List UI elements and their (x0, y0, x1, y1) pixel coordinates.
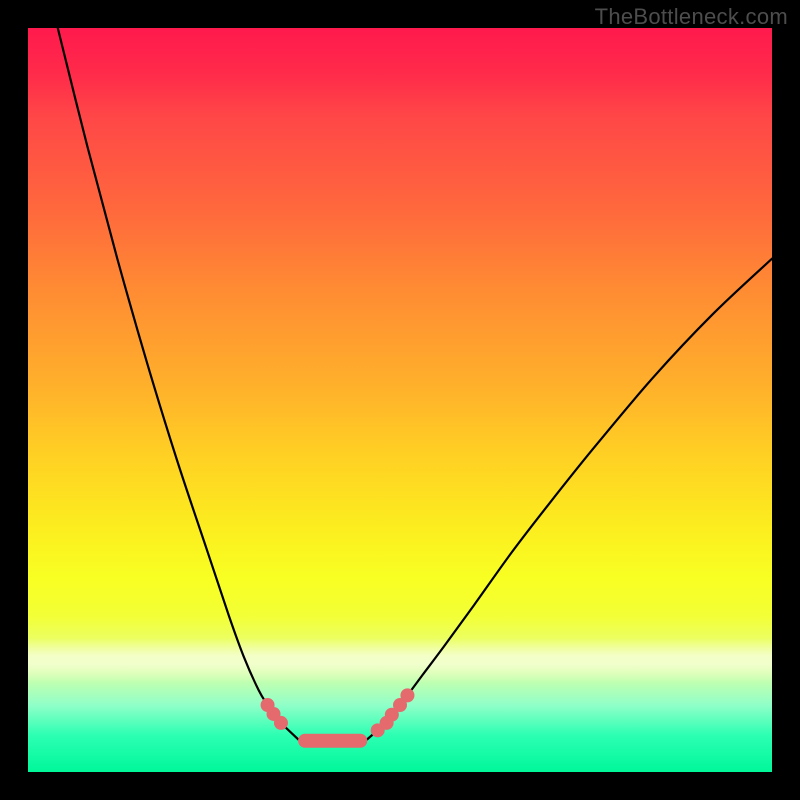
curve-layer (28, 28, 772, 772)
chart-frame: TheBottleneck.com (0, 0, 800, 800)
valley-marker-bar (298, 734, 367, 748)
curve-right-branch (367, 259, 772, 740)
highlight-dot (274, 716, 288, 730)
highlight-dot (400, 688, 414, 702)
plot-area (28, 28, 772, 772)
curve-left-branch (58, 28, 298, 739)
highlight-dots-group (261, 688, 415, 737)
watermark-text: TheBottleneck.com (595, 4, 788, 30)
